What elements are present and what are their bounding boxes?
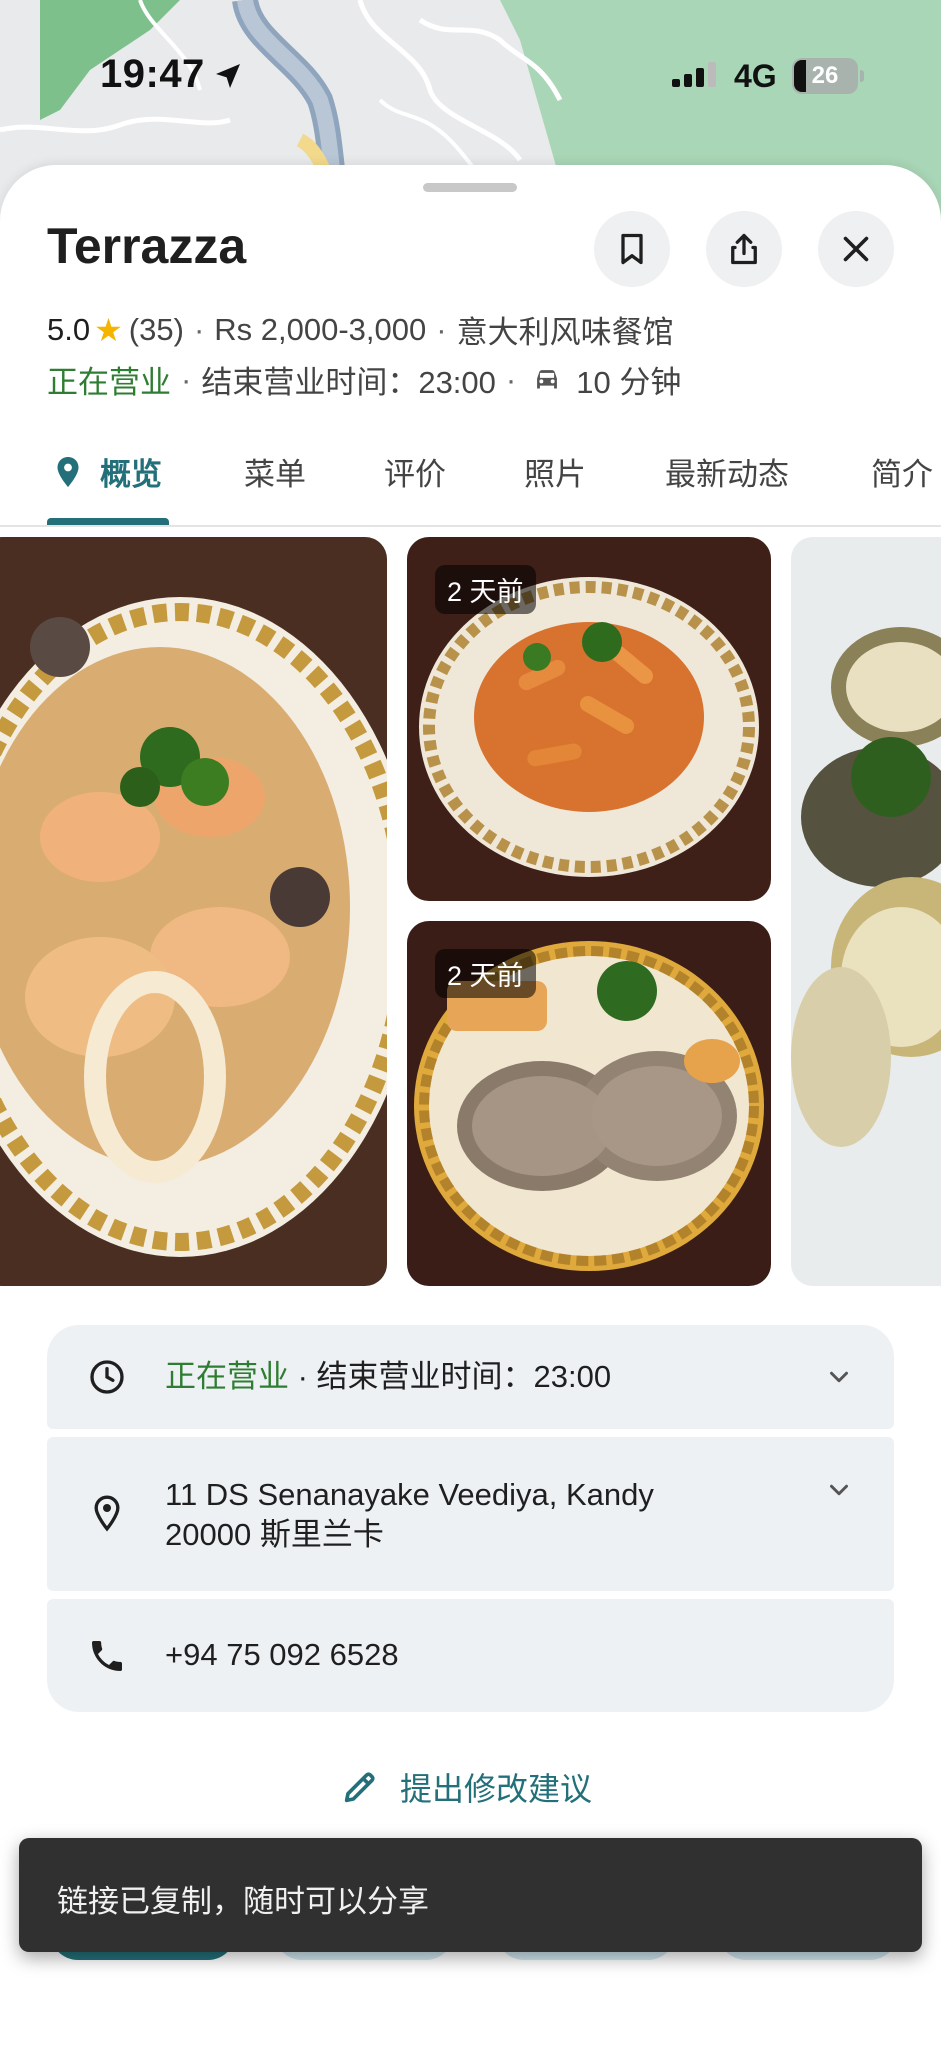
toast-message: 链接已复制，随时可以分享	[57, 1884, 429, 1919]
tab-reviews[interactable]: 评价	[384, 449, 446, 494]
address-text: 11 DS Senanayake Veediya, Kandy 20000 斯里…	[165, 1475, 654, 1555]
closing-time: 结束营业时间：23:00	[201, 365, 496, 400]
hours-line: 正在营业 · 结束营业时间：23:00 · 10 分钟	[47, 357, 681, 402]
status-time: 19:47	[100, 52, 205, 96]
tab-about[interactable]: 简介	[871, 449, 933, 494]
tab-label: 简介	[871, 457, 933, 492]
signal-icon	[672, 62, 716, 87]
suggest-edit-button[interactable]: 提出修改建议	[340, 1764, 592, 1810]
tab-menu[interactable]: 菜单	[244, 449, 306, 494]
photo-age-badge: 2 天前	[435, 949, 536, 998]
sheet-grabber[interactable]	[423, 183, 517, 192]
separator-dot: ·	[505, 361, 517, 397]
address-line-1: 11 DS Senanayake Veediya, Kandy	[165, 1477, 654, 1512]
drive-time: 10 分钟	[576, 365, 682, 400]
clock-icon	[90, 1360, 124, 1394]
photo-seafood-risotto[interactable]	[0, 537, 387, 1286]
pencil-icon	[344, 1772, 375, 1803]
tab-label: 最新动态	[665, 457, 789, 492]
address-line-2: 20000 斯里兰卡	[165, 1517, 384, 1552]
status-bar: 19:47 4G 26	[0, 0, 941, 150]
hours-status: 正在营业	[165, 1359, 289, 1394]
photo-image	[791, 537, 941, 1286]
location-pin-icon	[94, 1495, 120, 1532]
suggest-edit-label: 提出修改建议	[400, 1771, 593, 1807]
photo-age-badge: 2 天前	[435, 565, 536, 614]
tab-label: 照片	[524, 457, 586, 492]
place-title: Terrazza	[47, 218, 247, 274]
save-button[interactable]	[594, 211, 670, 287]
hours-text: 正在营业 · 结束营业时间：23:00	[165, 1357, 611, 1397]
hours-card[interactable]: 正在营业 · 结束营业时间：23:00	[47, 1325, 894, 1429]
price-range: Rs 2,000-3,000	[214, 311, 427, 347]
tab-photos[interactable]: 照片	[524, 449, 586, 494]
tab-updates[interactable]: 最新动态	[665, 449, 789, 494]
network-type: 4G	[734, 58, 777, 94]
phone-icon	[92, 1641, 122, 1671]
tab-overview[interactable]: 概览	[50, 449, 162, 494]
photo-penne-pasta[interactable]: 2 天前	[407, 537, 771, 901]
separator-dot: ·	[181, 361, 192, 397]
tab-label: 概览	[100, 457, 162, 492]
rating-value: 5.0	[47, 311, 91, 347]
chevron-down-icon	[830, 1371, 848, 1383]
tab-bar: 概览 菜单 评价 照片 最新动态 简介	[0, 435, 941, 527]
rating-line: 5.0 ★ (35) · Rs 2,000-3,000 · 意大利风味餐馆	[47, 307, 674, 352]
car-icon	[537, 369, 558, 388]
bookmark-icon	[621, 233, 643, 265]
open-status: 正在营业	[47, 365, 171, 400]
chevron-down-icon	[830, 1484, 848, 1496]
separator-dot: ·	[436, 311, 447, 347]
phone-number: +94 75 092 6528	[165, 1637, 399, 1672]
star-icon: ★	[94, 311, 123, 348]
tab-label: 评价	[384, 457, 446, 492]
review-count[interactable]: (35)	[129, 312, 184, 348]
phone-card[interactable]: +94 75 092 6528	[47, 1599, 894, 1712]
tab-indicator	[47, 518, 169, 525]
location-pin-icon	[57, 456, 79, 487]
photo-image	[0, 537, 387, 1286]
separator-dot: ·	[193, 311, 205, 347]
battery-icon: 26	[792, 58, 864, 94]
address-card[interactable]: 11 DS Senanayake Veediya, Kandy 20000 斯里…	[47, 1437, 894, 1591]
toast-snackbar: 链接已复制，随时可以分享	[19, 1838, 922, 1952]
close-button[interactable]	[818, 211, 894, 287]
place-category: 意大利风味餐馆	[456, 315, 674, 350]
share-button[interactable]	[706, 211, 782, 287]
battery-level: 26	[811, 62, 839, 89]
location-arrow-icon	[216, 64, 240, 88]
share-icon	[731, 233, 757, 265]
photo-grilled-fish[interactable]: 2 天前	[407, 921, 771, 1286]
hours-close: · 结束营业时间：23:00	[297, 1359, 612, 1394]
close-icon	[843, 236, 869, 262]
tab-label: 菜单	[244, 457, 306, 492]
photo-clams[interactable]	[791, 537, 941, 1286]
